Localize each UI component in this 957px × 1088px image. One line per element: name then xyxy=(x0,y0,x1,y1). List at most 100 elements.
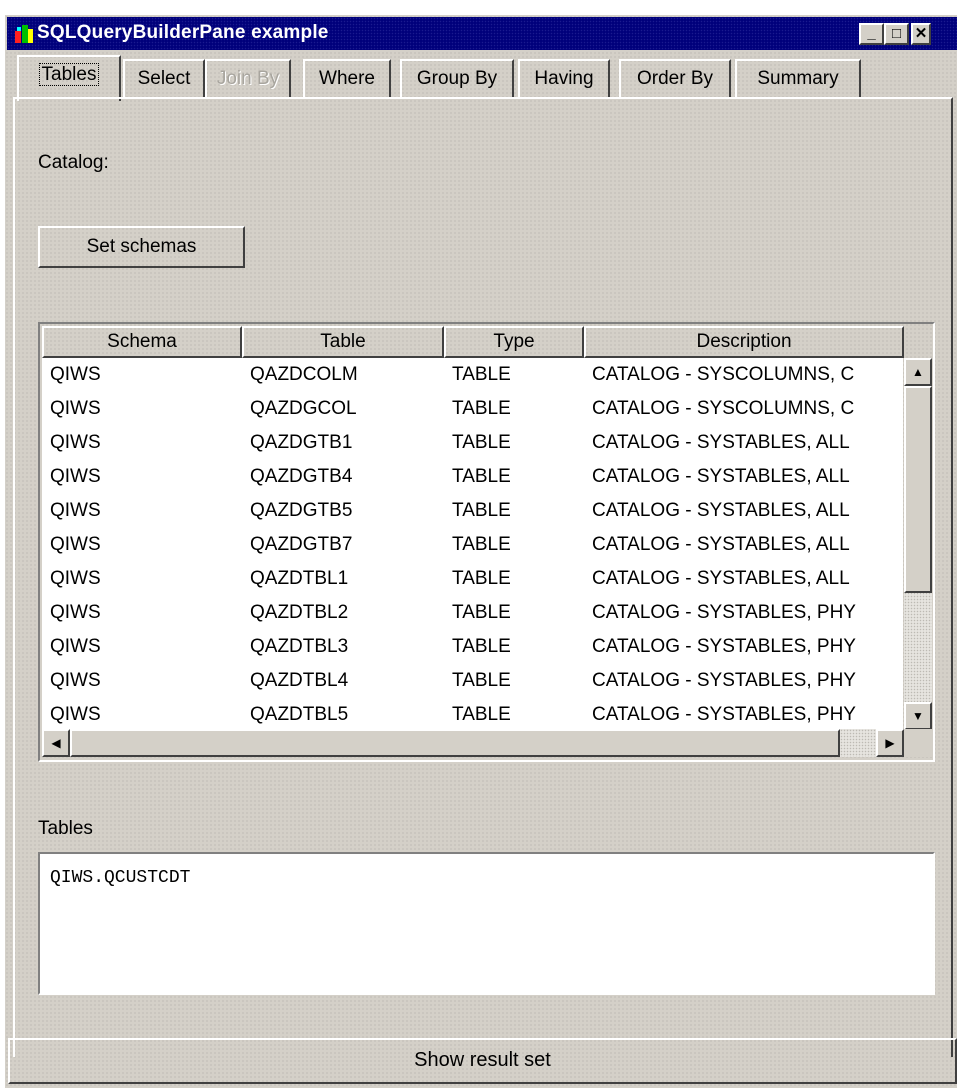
tables-label: Tables xyxy=(38,818,93,839)
scroll-right-button[interactable]: ▶ xyxy=(876,729,904,757)
tab-summary[interactable]: Summary xyxy=(735,59,861,99)
table-row[interactable]: QIWS QAZDGTB1 TABLE CATALOG - SYSTABLES, AL… xyxy=(42,426,903,460)
description-cell: CATALOG - SYSTABLES, PHY xyxy=(592,670,856,691)
scroll-up-arrow-icon: ▲ xyxy=(912,365,924,379)
description-cell: CATALOG - SYSTABLES, ALL xyxy=(592,500,850,521)
type-cell: TABLE xyxy=(452,364,511,385)
schema-cell: QIWS xyxy=(50,636,101,657)
app-icon xyxy=(15,25,33,43)
show-result-set-button[interactable]: Show result set xyxy=(8,1038,957,1084)
schema-cell: QIWS xyxy=(50,364,101,385)
table-row[interactable]: QIWS QAZDGTB5 TABLE CATALOG - SYSTABLES, AL… xyxy=(42,494,903,528)
selected-tables-field[interactable]: QIWS.QCUSTCDT xyxy=(38,852,935,995)
schema-cell: QIWS xyxy=(50,602,101,623)
table-cell: QAZDGTB1 xyxy=(250,432,353,453)
tab-join-by[interactable]: Join By xyxy=(205,59,291,99)
schema-cell: QIWS xyxy=(50,466,101,487)
tab-group-by[interactable]: Group By xyxy=(400,59,514,99)
maximize-button[interactable]: □ xyxy=(884,23,909,45)
table-row[interactable]: QIWS QAZDGTB7 TABLE CATALOG - SYSTABLES, AL… xyxy=(42,528,903,562)
scroll-down-button[interactable]: ▼ xyxy=(904,702,932,730)
description-cell: CATALOG - SYSTABLES, ALL xyxy=(592,466,850,487)
table-row[interactable]: QIWS QAZDTBL1 TABLE CATALOG - SYSTABLES, AL… xyxy=(42,562,903,596)
column-header-type[interactable]: Type xyxy=(444,326,584,358)
tab-tables-label: Tables xyxy=(38,63,100,86)
table-cell: QAZDGTB7 xyxy=(250,534,353,555)
column-header-description[interactable]: Description xyxy=(584,326,904,358)
type-cell: TABLE xyxy=(452,500,511,521)
table-cell: QAZDTBL1 xyxy=(250,568,349,589)
table-cell: QAZDTBL3 xyxy=(250,636,349,657)
schema-cell: QIWS xyxy=(50,432,101,453)
schema-cell: QIWS xyxy=(50,568,101,589)
type-cell: TABLE xyxy=(452,466,511,487)
description-cell: CATALOG - SYSTABLES, ALL xyxy=(592,432,850,453)
table-row[interactable]: QIWS QAZDCOLM TABLE CATALOG - SYSCOLUMNS, C xyxy=(42,358,903,392)
vertical-scroll-thumb[interactable] xyxy=(904,386,932,593)
type-cell: TABLE xyxy=(452,704,511,725)
title-bar[interactable]: SQLQueryBuilderPane example _ □ ✕ xyxy=(7,17,957,50)
table-row[interactable]: QIWS QAZDTBL3 TABLE CATALOG - SYSTABLES, PH… xyxy=(42,630,903,664)
horizontal-scroll-thumb[interactable] xyxy=(70,729,840,757)
table-cell: QAZDTBL5 xyxy=(250,704,349,725)
table-row[interactable]: QIWS QAZDTBL4 TABLE CATALOG - SYSTABLES, PH… xyxy=(42,664,903,698)
tab-where[interactable]: Where xyxy=(303,59,391,99)
type-cell: TABLE xyxy=(452,432,511,453)
close-icon: ✕ xyxy=(914,25,928,42)
schema-cell: QIWS xyxy=(50,670,101,691)
tab-group-by-label: Group By xyxy=(416,68,498,89)
schema-cell: QIWS xyxy=(50,398,101,419)
vertical-scrollbar[interactable]: ▲ ▼ xyxy=(904,358,932,730)
schema-cell: QIWS xyxy=(50,704,101,725)
tab-order-by[interactable]: Order By xyxy=(619,59,731,99)
tab-select[interactable]: Select xyxy=(123,59,205,99)
minimize-button[interactable]: _ xyxy=(859,23,884,45)
column-header-schema[interactable]: Schema xyxy=(42,326,242,358)
description-cell: CATALOG - SYSTABLES, PHY xyxy=(592,602,856,623)
close-button[interactable]: ✕ xyxy=(911,23,931,45)
table-cell: QAZDGCOL xyxy=(250,398,357,419)
catalog-label: Catalog: xyxy=(38,152,109,173)
scroll-left-button[interactable]: ◀ xyxy=(42,729,70,757)
set-schemas-button[interactable]: Set schemas xyxy=(38,226,245,268)
type-cell: TABLE xyxy=(452,568,511,589)
table-body: QIWS QAZDCOLM TABLE CATALOG - SYSCOLUMNS, C… xyxy=(42,358,903,731)
tab-having-label: Having xyxy=(534,68,594,89)
maximize-icon: □ xyxy=(891,25,902,42)
tab-tables[interactable]: Tables xyxy=(17,55,121,101)
table-header: Schema Table Type Description xyxy=(42,326,904,358)
scroll-left-arrow-icon: ◀ xyxy=(51,736,61,750)
tab-order-by-label: Order By xyxy=(636,68,714,89)
table-cell: QAZDTBL4 xyxy=(250,670,349,691)
window-title: SQLQueryBuilderPane example xyxy=(37,22,329,43)
table-cell: QAZDGTB5 xyxy=(250,500,353,521)
minimize-icon: _ xyxy=(867,25,876,42)
scrollbar-corner xyxy=(904,729,932,757)
description-cell: CATALOG - SYSTABLES, ALL xyxy=(592,568,850,589)
horizontal-scrollbar[interactable]: ◀ ▶ xyxy=(42,729,904,757)
tab-having[interactable]: Having xyxy=(518,59,610,99)
tab-join-by-label: Join By xyxy=(216,68,280,89)
description-cell: CATALOG - SYSTABLES, PHY xyxy=(592,636,856,657)
tab-select-label: Select xyxy=(137,68,191,89)
column-header-table[interactable]: Table xyxy=(242,326,444,358)
description-cell: CATALOG - SYSCOLUMNS, C xyxy=(592,398,855,419)
type-cell: TABLE xyxy=(452,602,511,623)
scroll-down-arrow-icon: ▼ xyxy=(912,709,924,723)
table-row[interactable]: QIWS QAZDTBL5 TABLE CATALOG - SYSTABLES, PH… xyxy=(42,698,903,731)
table-cell: QAZDGTB4 xyxy=(250,466,353,487)
scroll-up-button[interactable]: ▲ xyxy=(904,358,932,386)
description-cell: CATALOG - SYSTABLES, ALL xyxy=(592,534,850,555)
type-cell: TABLE xyxy=(452,398,511,419)
tab-where-label: Where xyxy=(319,68,375,89)
description-cell: CATALOG - SYSCOLUMNS, C xyxy=(592,364,855,385)
table-row[interactable]: QIWS QAZDGCOL TABLE CATALOG - SYSCOLUMNS, C xyxy=(42,392,903,426)
table-row[interactable]: QIWS QAZDTBL2 TABLE CATALOG - SYSTABLES, PH… xyxy=(42,596,903,630)
type-cell: TABLE xyxy=(452,534,511,555)
table-row[interactable]: QIWS QAZDGTB4 TABLE CATALOG - SYSTABLES, AL… xyxy=(42,460,903,494)
type-cell: TABLE xyxy=(452,636,511,657)
scroll-right-arrow-icon: ▶ xyxy=(885,736,895,750)
description-cell: CATALOG - SYSTABLES, PHY xyxy=(592,704,856,725)
tab-summary-label: Summary xyxy=(757,68,839,89)
table-cell: QAZDTBL2 xyxy=(250,602,349,623)
